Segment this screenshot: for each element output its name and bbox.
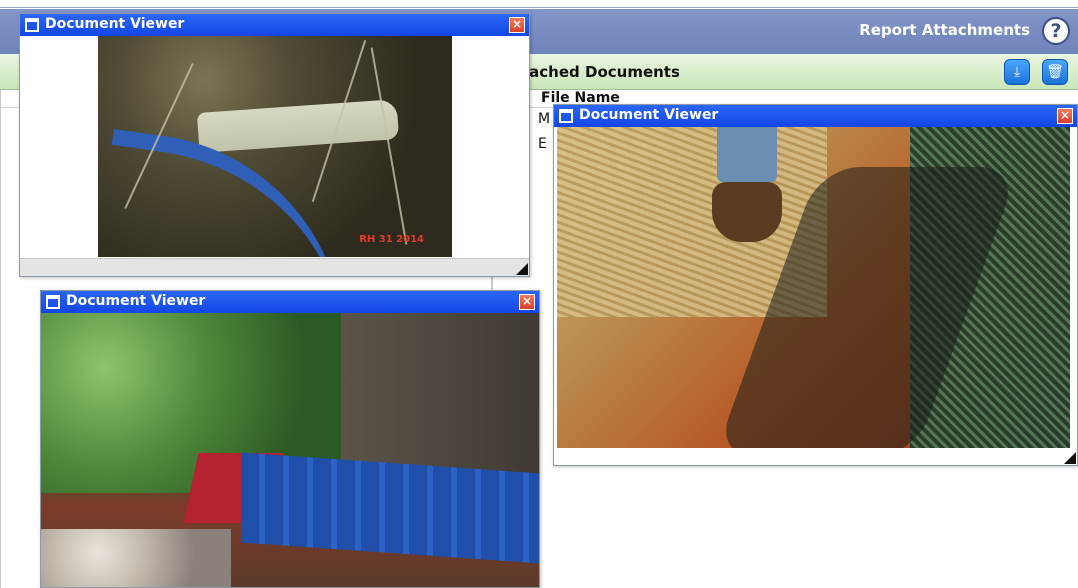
close-button[interactable]: × — [519, 294, 535, 310]
rocks — [41, 529, 231, 587]
close-icon: × — [511, 17, 523, 31]
window-titlebar[interactable]: Document Viewer × — [41, 291, 539, 313]
resize-handle[interactable] — [1064, 452, 1076, 464]
page-title: Report Attachments — [859, 21, 1030, 39]
tree-branch — [370, 47, 408, 245]
water-area — [196, 99, 400, 153]
work-boot — [712, 182, 782, 242]
table-row[interactable]: E — [538, 136, 547, 152]
download-button[interactable]: ⤓ — [1004, 59, 1030, 85]
document-image-area — [554, 127, 1077, 465]
close-button[interactable]: × — [1057, 108, 1073, 124]
file-name-cell: E — [538, 136, 547, 152]
erosion-photo — [557, 127, 1070, 448]
jeans — [717, 127, 777, 182]
close-button[interactable]: × — [509, 17, 525, 33]
delete-button[interactable]: 🗑 — [1042, 59, 1068, 85]
section-title: tached Documents — [522, 63, 680, 81]
close-icon: × — [521, 294, 533, 308]
window-title: Document Viewer — [45, 16, 185, 32]
document-image-area — [41, 313, 539, 587]
window-titlebar[interactable]: Document Viewer × — [20, 14, 529, 36]
photo-date-stamp: RH 31 2014 — [359, 234, 424, 245]
document-image-area: RH 31 2014 — [20, 36, 529, 276]
download-icon: ⤓ — [1013, 64, 1021, 80]
close-icon: × — [1059, 108, 1071, 122]
document-viewer-window-2[interactable]: Document Viewer × — [553, 104, 1078, 466]
window-title: Document Viewer — [579, 107, 719, 123]
window-status-strip — [20, 258, 529, 276]
table-row[interactable]: M — [538, 111, 550, 127]
bridge-pier-photo — [41, 313, 539, 587]
window-titlebar[interactable]: Document Viewer × — [554, 105, 1077, 127]
window-icon — [46, 295, 60, 309]
window-icon — [559, 109, 573, 123]
trash-icon: 🗑 — [1046, 64, 1064, 80]
creek-photo: RH 31 2014 — [98, 36, 452, 257]
help-icon[interactable]: ? — [1042, 17, 1070, 45]
top-border — [0, 0, 1078, 8]
file-name-cell: M — [538, 111, 551, 127]
window-title: Document Viewer — [66, 293, 206, 309]
document-viewer-window-1[interactable]: Document Viewer × RH 31 2014 — [19, 13, 530, 277]
document-viewer-window-3[interactable]: Document Viewer × — [40, 290, 540, 588]
resize-handle[interactable] — [516, 263, 528, 275]
window-icon — [25, 18, 39, 32]
